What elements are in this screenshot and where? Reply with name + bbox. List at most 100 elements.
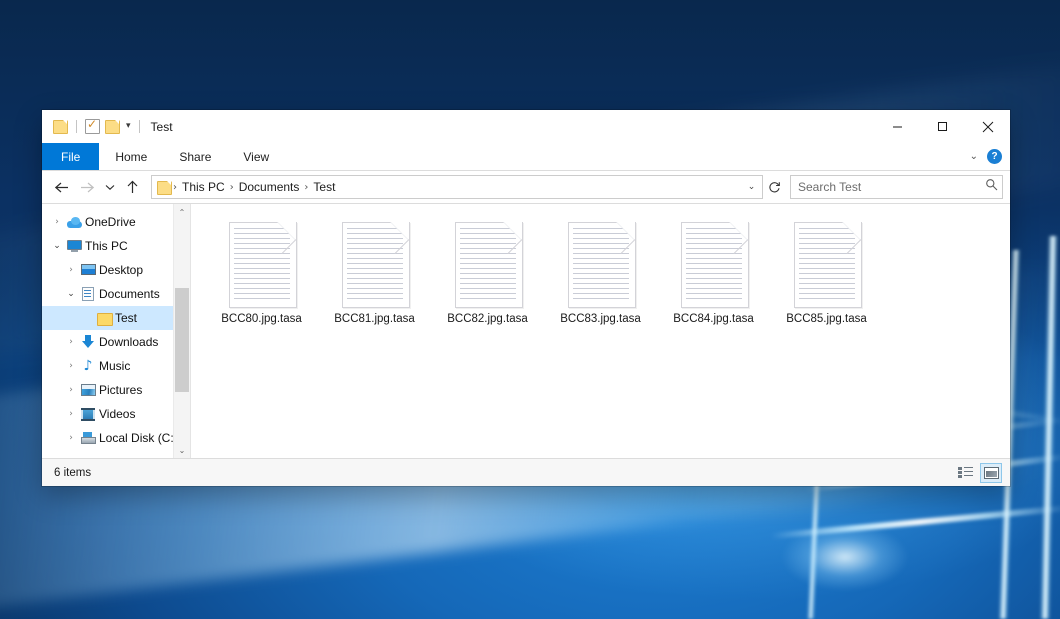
- item-count-label: 6 items: [54, 467, 91, 479]
- document-icon: [79, 287, 97, 301]
- sidebar-item-label: Music: [97, 359, 130, 373]
- generic-file-icon: [794, 222, 860, 306]
- close-button[interactable]: [965, 110, 1010, 143]
- twisty-collapsed-icon[interactable]: ›: [63, 385, 79, 395]
- twisty-expanded-icon[interactable]: ⌄: [49, 241, 65, 251]
- folder-icon[interactable]: [53, 120, 68, 133]
- sidebar-item-videos[interactable]: › Videos: [42, 402, 190, 426]
- file-item[interactable]: BCC80.jpg.tasa: [205, 218, 318, 340]
- breadcrumb-this-pc[interactable]: This PC: [178, 180, 229, 194]
- file-name-label: BCC82.jpg.tasa: [447, 313, 528, 325]
- ribbon-right-controls: ⌄ ?: [970, 143, 1010, 170]
- sidebar-item-documents[interactable]: ⌄ Documents: [42, 282, 190, 306]
- search-input[interactable]: Search Test: [798, 180, 985, 194]
- twisty-collapsed-icon[interactable]: ›: [63, 265, 79, 275]
- twisty-collapsed-icon[interactable]: ›: [63, 409, 79, 419]
- twisty-collapsed-icon[interactable]: ›: [63, 361, 79, 371]
- sidebar-item-label: Documents: [97, 287, 160, 301]
- search-box[interactable]: Search Test: [790, 175, 1003, 199]
- file-list-area[interactable]: BCC80.jpg.tasa BCC81.jpg.tasa BCC82.jpg.…: [190, 204, 1010, 458]
- toolbar-divider-2: [139, 120, 140, 133]
- sidebar-item-test[interactable]: Test: [42, 306, 190, 330]
- large-icons-view-button[interactable]: [980, 463, 1002, 483]
- sidebar-item-label: Test: [113, 311, 137, 325]
- file-explorer-window: ▾ Test File Home Share View: [42, 110, 1010, 486]
- sidebar-item-label: Local Disk (C:): [97, 431, 178, 445]
- chevron-down-icon[interactable]: ⌄: [970, 151, 978, 162]
- customize-chevron-icon[interactable]: ▾: [126, 122, 131, 131]
- desktop-background: ▾ Test File Home Share View: [0, 0, 1060, 619]
- cloud-icon: [65, 217, 83, 228]
- view-mode-buttons: [954, 463, 1002, 483]
- download-icon: [79, 335, 97, 349]
- disk-icon: [79, 432, 97, 444]
- pc-icon: [65, 240, 83, 252]
- sidebar-item-label: OneDrive: [83, 215, 136, 229]
- twisty-collapsed-icon[interactable]: ›: [63, 337, 79, 347]
- tab-share[interactable]: Share: [163, 143, 227, 170]
- pictures-icon: [79, 384, 97, 396]
- sidebar-item-local-disk[interactable]: › Local Disk (C:): [42, 426, 190, 450]
- sidebar-item-downloads[interactable]: › Downloads: [42, 330, 190, 354]
- sidebar-item-label: Pictures: [97, 383, 142, 397]
- address-dropdown-icon[interactable]: ⌄: [743, 182, 760, 192]
- breadcrumb-test[interactable]: Test: [309, 180, 339, 194]
- sidebar-item-label: Videos: [97, 407, 135, 421]
- sidebar-item-this-pc[interactable]: ⌄ This PC: [42, 234, 190, 258]
- help-icon[interactable]: ?: [987, 149, 1002, 164]
- window-controls: [875, 110, 1010, 143]
- file-name-label: BCC80.jpg.tasa: [221, 313, 302, 325]
- tab-view[interactable]: View: [227, 143, 285, 170]
- title-bar: ▾ Test: [42, 110, 1010, 143]
- properties-icon[interactable]: [85, 119, 100, 134]
- file-item[interactable]: BCC85.jpg.tasa: [770, 218, 883, 340]
- file-item[interactable]: BCC81.jpg.tasa: [318, 218, 431, 340]
- file-item[interactable]: BCC84.jpg.tasa: [657, 218, 770, 340]
- sidebar-item-music[interactable]: › ♪ Music: [42, 354, 190, 378]
- file-name-label: BCC83.jpg.tasa: [560, 313, 641, 325]
- sidebar-item-desktop[interactable]: › Desktop: [42, 258, 190, 282]
- breadcrumb-documents[interactable]: Documents: [235, 180, 304, 194]
- maximize-button[interactable]: [920, 110, 965, 143]
- status-bar: 6 items: [42, 458, 1010, 486]
- scrollbar-thumb[interactable]: [175, 288, 189, 392]
- sidebar-item-label: This PC: [83, 239, 128, 253]
- tab-home[interactable]: Home: [99, 143, 163, 170]
- twisty-expanded-icon[interactable]: ⌄: [63, 289, 79, 299]
- minimize-button[interactable]: [875, 110, 920, 143]
- file-item[interactable]: BCC83.jpg.tasa: [544, 218, 657, 340]
- scrollbar-track[interactable]: [174, 220, 190, 442]
- generic-file-icon: [342, 222, 408, 306]
- recent-locations-button[interactable]: [101, 175, 119, 199]
- desktop-icon: [79, 264, 97, 276]
- forward-button[interactable]: [75, 175, 100, 199]
- generic-file-icon: [455, 222, 521, 306]
- address-bar-right: ⌄: [743, 182, 760, 192]
- sidebar-item-label: Desktop: [97, 263, 143, 277]
- scroll-up-icon[interactable]: ⌃: [174, 204, 190, 220]
- sidebar-item-onedrive[interactable]: › OneDrive: [42, 210, 190, 234]
- window-title: Test: [151, 120, 173, 134]
- tab-file[interactable]: File: [42, 143, 99, 170]
- back-button[interactable]: [49, 175, 74, 199]
- breadcrumb-folder-icon: [157, 181, 172, 194]
- file-name-label: BCC84.jpg.tasa: [673, 313, 754, 325]
- new-folder-icon[interactable]: [105, 120, 120, 133]
- generic-file-icon: [568, 222, 634, 306]
- twisty-collapsed-icon[interactable]: ›: [49, 217, 65, 227]
- details-view-button[interactable]: [954, 463, 976, 483]
- folder-icon: [95, 312, 113, 325]
- file-item[interactable]: BCC82.jpg.tasa: [431, 218, 544, 340]
- search-icon[interactable]: [985, 178, 998, 196]
- generic-file-icon: [229, 222, 295, 306]
- scroll-down-icon[interactable]: ⌄: [174, 442, 190, 458]
- address-bar[interactable]: › This PC › Documents › Test ⌄: [151, 175, 763, 199]
- twisty-collapsed-icon[interactable]: ›: [63, 433, 79, 443]
- up-button[interactable]: [120, 175, 145, 199]
- file-name-label: BCC81.jpg.tasa: [334, 313, 415, 325]
- navigation-pane-scrollbar[interactable]: ⌃ ⌄: [173, 204, 190, 458]
- toolbar-divider: [76, 120, 77, 133]
- sidebar-item-pictures[interactable]: › Pictures: [42, 378, 190, 402]
- wallpaper-vanishing-point: [760, 512, 930, 602]
- refresh-button[interactable]: [764, 181, 784, 194]
